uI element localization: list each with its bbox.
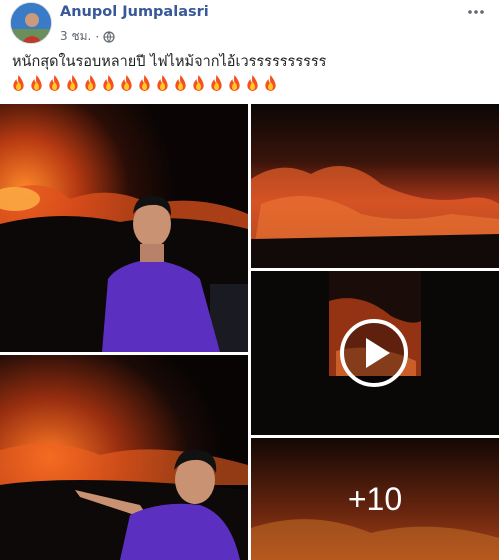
fire-icon	[31, 75, 42, 91]
fire-icon	[157, 75, 168, 91]
video-thumbnail[interactable]	[251, 271, 499, 435]
post-meta: 3 ชม. ·	[60, 27, 115, 46]
fire-icon	[49, 75, 60, 91]
fire-icon	[265, 75, 276, 91]
fire-icon	[103, 75, 114, 91]
fire-icon	[13, 75, 24, 91]
meta-separator: ·	[95, 29, 100, 44]
fire-icon	[85, 75, 96, 91]
play-icon[interactable]	[339, 318, 409, 388]
more-options-icon[interactable]	[465, 4, 487, 20]
fire-icon	[121, 75, 132, 91]
fire-icon	[229, 75, 240, 91]
author-avatar[interactable]	[10, 2, 52, 44]
more-photos-tile[interactable]: +10	[251, 438, 499, 560]
fire-icon	[193, 75, 204, 91]
fire-icon	[67, 75, 78, 91]
fire-icon	[211, 75, 222, 91]
photo-2[interactable]	[251, 104, 499, 268]
fire-icon	[175, 75, 186, 91]
post-time[interactable]: 3 ชม.	[60, 27, 91, 46]
globe-icon	[103, 30, 115, 43]
post-header: Anupol Jumpalasri 3 ชม. ·	[0, 0, 499, 48]
fire-emoji-row	[10, 74, 279, 92]
photo-1[interactable]	[0, 104, 248, 352]
fire-icon	[139, 75, 150, 91]
more-photos-count[interactable]: +10	[251, 438, 499, 560]
fire-icon	[247, 75, 258, 91]
author-name[interactable]: Anupol Jumpalasri	[60, 4, 209, 20]
photo-3[interactable]	[0, 355, 248, 560]
post-text: หนักสุดในรอบหลายปี ไฟไหม้จากไอ้เวรรรรรรร…	[12, 54, 327, 70]
